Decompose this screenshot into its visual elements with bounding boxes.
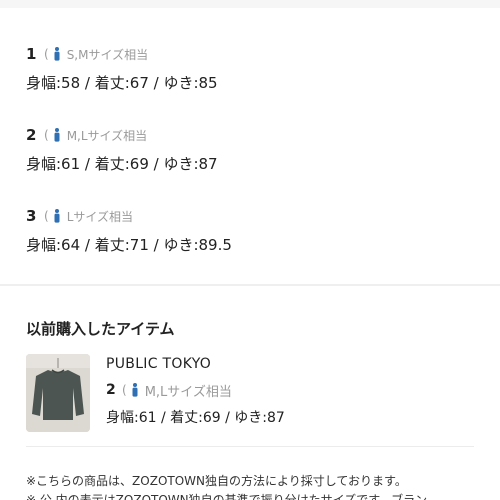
person-icon — [54, 209, 60, 223]
size-equivalent-label: S,Mサイズ相当 — [66, 47, 149, 62]
person-icon — [54, 47, 60, 61]
size-option-header: 2 ( M,Lサイズ相当 — [26, 125, 486, 145]
note-line: ※ 公 内の表示はZOZOTOWN独自の基準で振り分けたサイズです。ブラン — [26, 493, 428, 500]
divider — [26, 446, 474, 447]
sweater-image — [26, 354, 90, 432]
person-icon — [54, 128, 60, 142]
notes: ※こちらの商品は、ZOZOTOWN独自の方法により採寸しております。 ※ 公 内… — [26, 472, 500, 500]
size-measurements: 身幅:61 / 着丈:69 / ゆき:87 — [26, 155, 218, 173]
size-option-header: 3 ( Lサイズ相当 — [26, 206, 486, 226]
paren-open: ( — [44, 128, 49, 142]
size-number: 2 — [106, 382, 116, 398]
size-equivalent-label: Lサイズ相当 — [66, 209, 134, 224]
previous-purchase-title: 以前購入したアイテム — [26, 320, 175, 338]
note-line: ※こちらの商品は、ZOZOTOWN独自の方法により採寸しております。 — [26, 474, 407, 488]
size-number: 2 — [26, 126, 37, 144]
item-size-header: 2 ( M,Lサイズ相当 — [106, 381, 285, 400]
size-measurements: 身幅:64 / 着丈:71 / ゆき:89.5 — [26, 236, 232, 254]
paren-open: ( — [44, 47, 49, 61]
item-info: PUBLIC TOKYO 2 ( M,Lサイズ相当 身幅:61 / 着丈:69 … — [106, 356, 285, 427]
paren-open: ( — [122, 383, 127, 397]
size-option-2: 2 ( M,Lサイズ相当 身幅:61 / 着丈:69 / ゆき:87 — [26, 125, 486, 206]
size-equivalent-label: M,Lサイズ相当 — [66, 128, 148, 143]
section-divider — [0, 284, 500, 286]
size-option-1: 1 ( S,Mサイズ相当 身幅:58 / 着丈:67 / ゆき:85 — [26, 44, 486, 125]
person-icon — [132, 383, 138, 397]
paren-open: ( — [44, 209, 49, 223]
size-option-header: 1 ( S,Mサイズ相当 — [26, 44, 486, 64]
size-option-3: 3 ( Lサイズ相当 身幅:64 / 着丈:71 / ゆき:89.5 — [26, 206, 486, 287]
top-strip — [0, 0, 500, 8]
size-equivalent-label: M,Lサイズ相当 — [144, 384, 232, 400]
size-number: 3 — [26, 207, 37, 225]
previous-purchase-item[interactable]: PUBLIC TOKYO 2 ( M,Lサイズ相当 身幅:61 / 着丈:69 … — [26, 354, 486, 434]
size-number: 1 — [26, 45, 37, 63]
size-list: 1 ( S,Mサイズ相当 身幅:58 / 着丈:67 / ゆき:85 2 ( M… — [26, 44, 486, 287]
brand-name[interactable]: PUBLIC TOKYO — [106, 356, 285, 372]
size-measurements: 身幅:58 / 着丈:67 / ゆき:85 — [26, 74, 218, 92]
item-measurements: 身幅:61 / 着丈:69 / ゆき:87 — [106, 410, 285, 426]
item-thumbnail[interactable] — [26, 354, 90, 432]
